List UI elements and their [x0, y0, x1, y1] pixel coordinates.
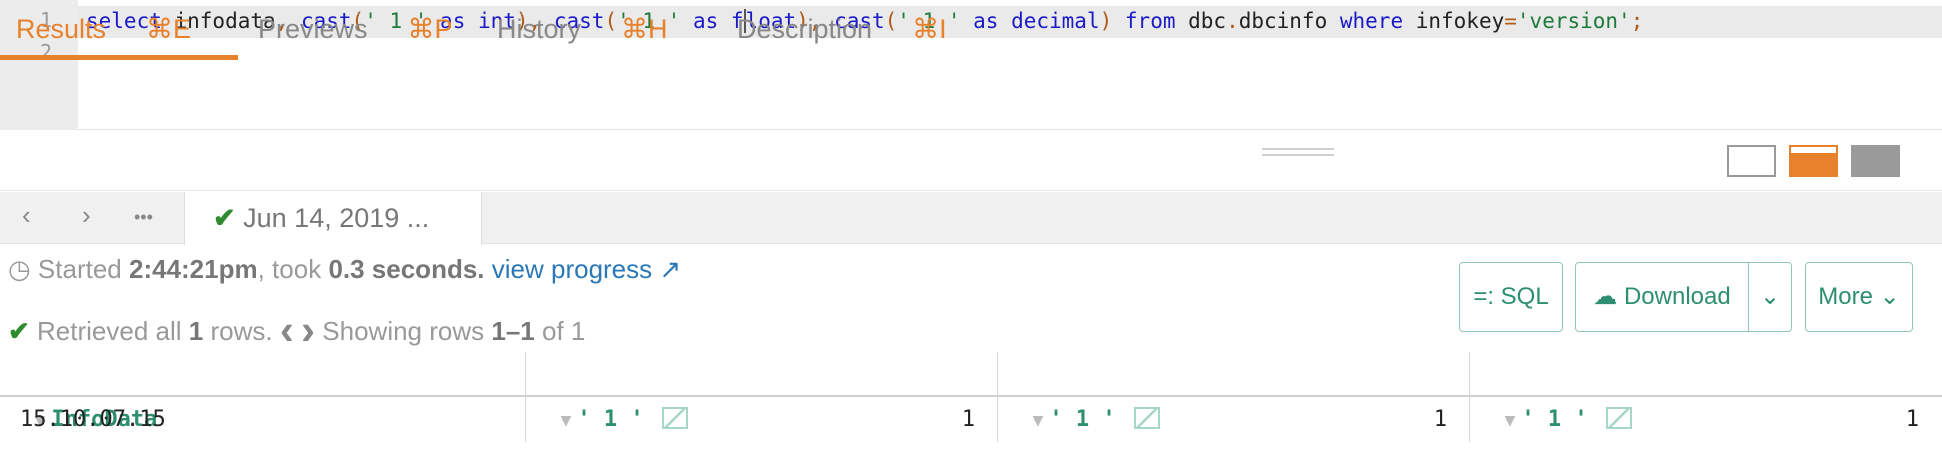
download-options-button[interactable]: ⌄: [1748, 262, 1792, 332]
tab-description[interactable]: Description ⌘I: [737, 0, 947, 60]
tab-previews[interactable]: Previews ⌘P: [258, 0, 453, 60]
result-tabs: [0, 131, 1942, 191]
tab-shortcut: ⌘P: [407, 14, 453, 44]
tab-label: Results: [16, 14, 107, 44]
table-cell-float[interactable]: 1: [997, 403, 1447, 437]
sql-button[interactable]: =: SQL: [1459, 262, 1563, 332]
rows-status: ✔ Retrieved all 1 rows. ‹ › Showing rows…: [8, 306, 585, 354]
checkmark-icon: ✔: [8, 316, 30, 346]
tab-label: Previews: [258, 14, 368, 44]
code-token: infokey: [1403, 9, 1505, 33]
table-cell-infodata[interactable]: 15.10.07.15: [20, 403, 166, 437]
download-button[interactable]: ☁ Download: [1575, 262, 1749, 332]
tab-results[interactable]: Results ⌘E: [0, 0, 238, 60]
tab-shortcut: ⌘H: [621, 14, 668, 44]
more-dots-icon[interactable]: •••: [134, 202, 153, 232]
showing-prefix: Showing rows: [322, 316, 492, 346]
layout-editor-only-icon[interactable]: [1727, 145, 1776, 177]
showing-suffix: of 1: [541, 316, 586, 346]
code-token: ): [1099, 9, 1113, 33]
code-token: .: [1226, 9, 1239, 33]
table-cell-decimal[interactable]: 1: [1469, 403, 1919, 437]
code-token: dbc: [1175, 9, 1227, 33]
code-token: ;: [1630, 9, 1644, 33]
tab-history[interactable]: History ⌘H: [497, 0, 668, 60]
column-header-int[interactable]: ▼ ' 1 ': [534, 352, 688, 432]
started-prefix: Started: [37, 254, 129, 284]
resize-grip-handle[interactable]: [1262, 148, 1334, 156]
column-header-infodata[interactable]: ▼ InfoData: [8, 352, 158, 432]
layout-split-icon[interactable]: [1789, 145, 1838, 177]
download-label: Download: [1623, 283, 1731, 310]
external-link-icon[interactable]: ↗: [659, 254, 681, 284]
checkmark-icon: ✔: [213, 203, 236, 233]
prev-page-icon[interactable]: ‹: [280, 306, 294, 353]
retrieved-prefix: Retrieved all: [37, 316, 189, 346]
table-cell-int[interactable]: 1: [525, 403, 975, 437]
code-token: decimal: [998, 9, 1100, 33]
view-progress-link[interactable]: view progress: [492, 254, 652, 284]
started-time: 2:44:21pm: [128, 254, 258, 284]
more-button[interactable]: More ⌄: [1805, 262, 1913, 332]
column-header-decimal[interactable]: ▼ ' 1 ': [1478, 352, 1632, 432]
column-header-float[interactable]: ▼ ' 1 ': [1006, 352, 1160, 432]
clock-icon: ◷: [8, 254, 31, 284]
chevron-right-icon[interactable]: ›: [82, 200, 91, 230]
chevron-left-icon[interactable]: ‹: [22, 200, 31, 230]
code-token: 'version': [1516, 9, 1631, 33]
tab-label: Description: [737, 14, 873, 44]
code-token: as: [960, 9, 999, 33]
tab-label: History: [497, 14, 582, 44]
took-value: 0.3 seconds.: [328, 254, 485, 284]
code-token: where: [1327, 9, 1404, 33]
execution-status: ◷ Started 2:44:21pm, took 0.3 seconds. v…: [8, 254, 681, 285]
layout-results-only-icon[interactable]: [1851, 145, 1900, 177]
chevron-down-icon: ⌄: [1759, 283, 1781, 310]
results-table-header: [0, 352, 1942, 397]
showing-range: 1–1: [491, 316, 535, 346]
took-prefix: , took: [257, 254, 329, 284]
result-tab-active[interactable]: ✔ Jun 14, 2019 ...: [184, 192, 482, 245]
code-token: dbcinfo: [1238, 9, 1328, 33]
next-page-icon[interactable]: ›: [301, 306, 315, 353]
retrieved-suffix: rows.: [203, 316, 273, 346]
code-token: as: [680, 9, 719, 33]
tab-shortcut: ⌘I: [912, 14, 947, 44]
retrieved-count: 1: [188, 316, 204, 346]
tab-shortcut: ⌘E: [146, 14, 192, 44]
code-token: from: [1112, 9, 1176, 33]
code-token: =: [1504, 9, 1517, 33]
cloud-download-icon: ☁: [1593, 283, 1618, 310]
result-tab-label: Jun 14, 2019 ...: [243, 203, 430, 233]
